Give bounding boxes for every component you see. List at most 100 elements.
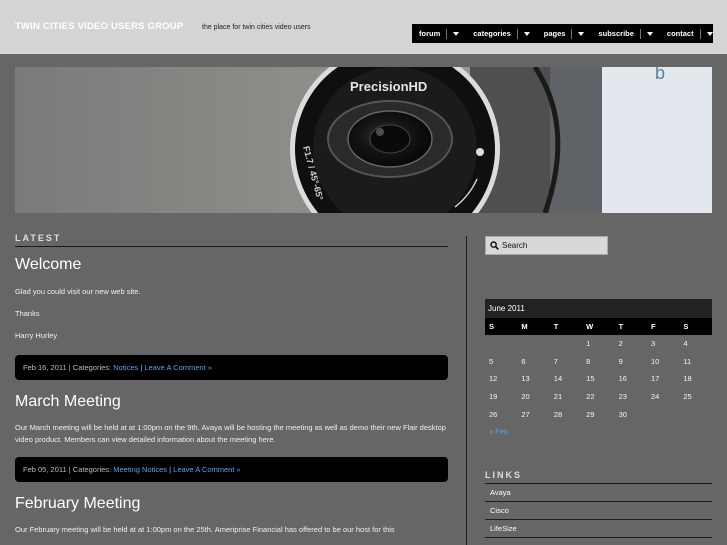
- link-lifesize[interactable]: LifeSize: [485, 520, 712, 538]
- nav-label: subscribe: [598, 29, 634, 38]
- main-nav: forum categories pages subscribe contact: [412, 24, 713, 43]
- calendar-day: 20: [521, 392, 530, 402]
- nav-item-forum[interactable]: forum: [412, 24, 466, 43]
- calendar-widget: June 2011 S M T W T F S 1 2 3 4 5 6 7 8 …: [485, 299, 712, 436]
- chevron-down-icon[interactable]: [453, 31, 460, 36]
- category-link-notices[interactable]: Notices: [113, 363, 138, 372]
- post-title[interactable]: March Meeting: [15, 393, 448, 411]
- calendar-day: 3: [650, 339, 656, 349]
- header-banner-image: b PrecisionHD F1.7 / 45°-65°: [15, 67, 712, 213]
- post-title[interactable]: Welcome: [15, 256, 448, 274]
- calendar-day: 14: [553, 374, 563, 384]
- calendar-day: 4: [683, 339, 688, 349]
- calendar-day: 2: [618, 339, 623, 349]
- search-input[interactable]: Search: [485, 236, 608, 255]
- leave-comment-link[interactable]: Leave A Comment »: [144, 363, 212, 372]
- post-meta-bar: Feb 05, 2011 | Categories: Meeting Notic…: [15, 457, 448, 482]
- calendar-day: 24: [650, 392, 660, 402]
- calendar-day: 12: [489, 374, 498, 384]
- weekday-label: T: [553, 322, 559, 331]
- calendar-day: [679, 405, 711, 423]
- post-paragraph: Glad you could visit our new web site.: [15, 287, 141, 296]
- category-link-meeting-notices[interactable]: Meeting Notices: [113, 465, 167, 474]
- calendar-weekday-row: S M T W T F S: [485, 318, 712, 335]
- main-content: LATEST Welcome Glad you could visit our …: [15, 233, 448, 536]
- calendar-day: 27: [521, 409, 530, 419]
- categories-label: | Categories:: [68, 363, 112, 372]
- calendar-day: 29: [586, 409, 595, 419]
- weekday-label: S: [683, 322, 689, 331]
- calendar-day: 25: [683, 392, 692, 402]
- calendar-day: 26: [489, 409, 498, 419]
- nav-separator: [571, 28, 573, 39]
- calendar-day: 28: [553, 409, 563, 419]
- calendar-day: 22: [586, 392, 595, 402]
- calendar-day: 19: [489, 392, 498, 402]
- calendar-day: 1: [586, 339, 591, 349]
- chevron-down-icon[interactable]: [706, 31, 713, 36]
- calendar-day: 6: [521, 356, 526, 366]
- calendar-day: 8: [586, 356, 591, 366]
- chevron-down-icon[interactable]: [523, 31, 530, 36]
- meta-separator: |: [169, 465, 172, 474]
- nav-item-subscribe[interactable]: subscribe: [591, 24, 659, 43]
- camera-brand-text: PrecisionHD: [350, 79, 427, 94]
- calendar-week-row: 12 13 14 15 16 17 18: [485, 370, 712, 388]
- weekday-label: F: [650, 322, 656, 331]
- calendar-day: [647, 405, 679, 423]
- post-march-meeting: March Meeting Our March meeting will be …: [15, 393, 448, 482]
- nav-separator: [446, 28, 448, 39]
- site-title[interactable]: TWIN CITIES VIDEO USERS GROUP: [15, 21, 183, 32]
- calendar-day: 17: [650, 374, 660, 384]
- nav-label: forum: [419, 29, 441, 38]
- meta-separator: |: [140, 363, 143, 372]
- link-cisco[interactable]: Cisco: [485, 502, 712, 520]
- links-title: LINKS: [485, 470, 712, 484]
- calendar-day: 30: [618, 409, 627, 419]
- calendar-day: 13: [521, 374, 530, 384]
- calendar-day: 18: [683, 374, 692, 384]
- nav-separator: [639, 28, 641, 39]
- weekday-label: M: [521, 322, 528, 331]
- weekday-label: T: [618, 322, 624, 331]
- calendar-day: 21: [553, 392, 563, 402]
- post-paragraph: Our March meeting will be held at at 1:0…: [15, 423, 446, 444]
- calendar-day: 11: [683, 356, 692, 366]
- link-avaya[interactable]: Avaya: [485, 484, 712, 502]
- calendar-day: [550, 335, 582, 353]
- post-paragraph: Harry Hurley: [15, 331, 58, 340]
- nav-label: contact: [666, 29, 694, 38]
- calendar-day: 9: [618, 356, 623, 366]
- column-divider: [466, 236, 467, 545]
- section-title-latest: LATEST: [15, 233, 448, 247]
- calendar-week-row: 5 6 7 8 9 10 11: [485, 353, 712, 371]
- camera-photo: b PrecisionHD F1.7 / 45°-65°: [15, 67, 712, 213]
- leave-comment-link[interactable]: Leave A Comment »: [173, 465, 241, 474]
- post-title[interactable]: February Meeting: [15, 495, 448, 513]
- calendar-caption: June 2011: [485, 299, 712, 318]
- calendar-day: 10: [650, 356, 660, 366]
- calendar-day: 15: [586, 374, 595, 384]
- calendar-day: 5: [489, 356, 494, 366]
- nav-separator: [516, 28, 518, 39]
- categories-label: | Categories:: [68, 465, 112, 474]
- nav-item-pages[interactable]: pages: [537, 24, 592, 43]
- calendar-day: 16: [618, 374, 627, 384]
- nav-item-contact[interactable]: contact: [660, 24, 720, 43]
- calendar-week-row: 26 27 28 29 30: [485, 405, 712, 423]
- nav-label: categories: [473, 29, 511, 38]
- post-welcome: Welcome Glad you could visit our new web…: [15, 256, 448, 380]
- post-paragraph: Thanks: [15, 309, 40, 318]
- search-icon: [490, 241, 499, 250]
- site-tagline: the place for twin cities video users: [202, 24, 311, 31]
- chevron-down-icon[interactable]: [646, 31, 653, 36]
- chevron-down-icon[interactable]: [578, 31, 585, 36]
- post-paragraph: Our February meeting will be held at at …: [15, 525, 395, 534]
- nav-item-categories[interactable]: categories: [466, 24, 537, 43]
- post-date: Feb 05, 2011: [23, 465, 67, 474]
- post-february-meeting: February Meeting Our February meeting wi…: [15, 495, 448, 536]
- weekday-label: W: [586, 322, 594, 331]
- calendar-week-row: 19 20 21 22 23 24 25: [485, 388, 712, 406]
- calendar-day: [485, 335, 517, 353]
- calendar-prev-month-link[interactable]: « Feb: [485, 427, 712, 436]
